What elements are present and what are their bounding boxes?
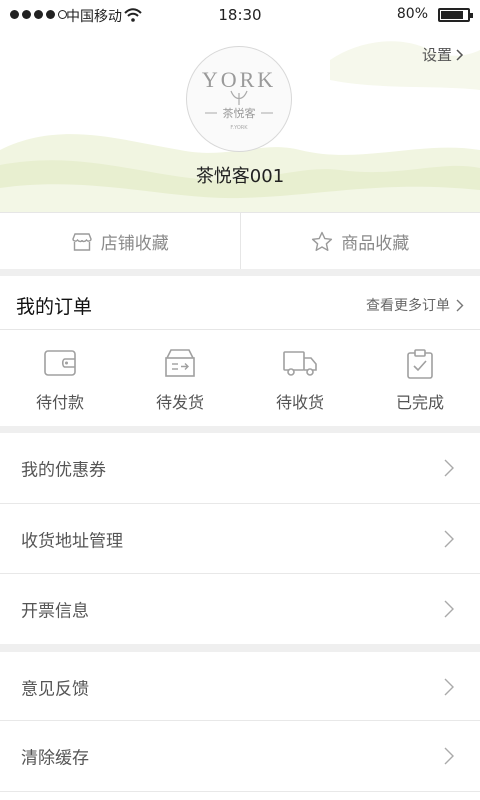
battery-icon bbox=[438, 8, 473, 22]
order-pending-receipt[interactable]: 待收货 bbox=[240, 331, 360, 426]
clipboard-check-icon bbox=[407, 349, 433, 379]
svg-text:茶悦客: 茶悦客 bbox=[223, 106, 256, 120]
chevron-right-icon bbox=[444, 747, 454, 765]
york-logo: YORK 茶悦客 F.YORK bbox=[202, 67, 276, 131]
section-gap bbox=[0, 426, 480, 433]
order-pending-shipment-label: 待发货 bbox=[155, 393, 204, 412]
order-status-row: 待付款 待发货 待收货 已完成 bbox=[0, 331, 480, 426]
menu-item-address-label: 收货地址管理 bbox=[21, 531, 123, 552]
order-pending-payment-label: 待付款 bbox=[35, 393, 84, 412]
menu-item-feedback[interactable]: 意见反馈 bbox=[0, 652, 480, 722]
menu-item-coupons[interactable]: 我的优惠券 bbox=[0, 433, 480, 503]
menu-item-clear-cache-label: 清除缓存 bbox=[21, 748, 89, 769]
orders-title: 我的订单 bbox=[16, 296, 93, 318]
view-all-orders-link[interactable]: 查看更多订单 bbox=[366, 295, 464, 315]
order-completed-label: 已完成 bbox=[395, 393, 444, 412]
order-pending-receipt-label: 待收货 bbox=[275, 393, 324, 412]
chevron-right-icon bbox=[444, 530, 454, 548]
wallet-icon bbox=[44, 350, 76, 376]
chevron-right-icon bbox=[444, 600, 454, 618]
order-pending-payment[interactable]: 待付款 bbox=[0, 331, 120, 426]
truck-icon bbox=[283, 351, 317, 376]
shop-icon bbox=[72, 232, 92, 251]
settings-button[interactable]: 设置 bbox=[422, 44, 464, 65]
order-pending-shipment[interactable]: 待发货 bbox=[120, 331, 240, 426]
product-favorites-button[interactable]: 商品收藏 bbox=[239, 213, 480, 270]
box-ship-icon bbox=[165, 349, 195, 377]
star-icon bbox=[312, 231, 333, 251]
shop-favorites-label: 店铺收藏 bbox=[100, 234, 169, 254]
shop-favorites-button[interactable]: 店铺收藏 bbox=[0, 213, 240, 270]
svg-text:F.YORK: F.YORK bbox=[230, 125, 248, 131]
username: 茶悦客001 bbox=[195, 166, 285, 187]
menu-item-address[interactable]: 收货地址管理 bbox=[0, 504, 480, 574]
menu-item-invoice[interactable]: 开票信息 bbox=[0, 574, 480, 644]
chevron-right-icon bbox=[456, 299, 464, 311]
chevron-right-icon bbox=[444, 678, 454, 696]
menu-item-coupons-label: 我的优惠券 bbox=[21, 460, 106, 481]
product-favorites-label: 商品收藏 bbox=[341, 234, 410, 254]
chevron-right-icon bbox=[456, 48, 464, 61]
divider bbox=[0, 791, 480, 792]
section-gap bbox=[0, 269, 480, 276]
avatar[interactable]: YORK 茶悦客 F.YORK bbox=[186, 46, 292, 152]
status-bar: 中国移动 18:30 80% bbox=[0, 0, 480, 32]
view-all-orders-label: 查看更多订单 bbox=[366, 298, 450, 314]
svg-text:YORK: YORK bbox=[202, 67, 276, 92]
menu-item-feedback-label: 意见反馈 bbox=[21, 679, 89, 700]
menu-item-invoice-label: 开票信息 bbox=[21, 601, 89, 622]
section-gap bbox=[0, 644, 480, 652]
battery-percent: 80% bbox=[396, 6, 428, 22]
order-completed[interactable]: 已完成 bbox=[360, 331, 480, 426]
menu-item-clear-cache[interactable]: 清除缓存 bbox=[0, 721, 480, 791]
orders-header: 我的订单 查看更多订单 bbox=[0, 276, 480, 330]
settings-label: 设置 bbox=[421, 46, 452, 64]
chevron-right-icon bbox=[444, 459, 454, 477]
favorites-row: 店铺收藏 商品收藏 bbox=[0, 212, 480, 270]
